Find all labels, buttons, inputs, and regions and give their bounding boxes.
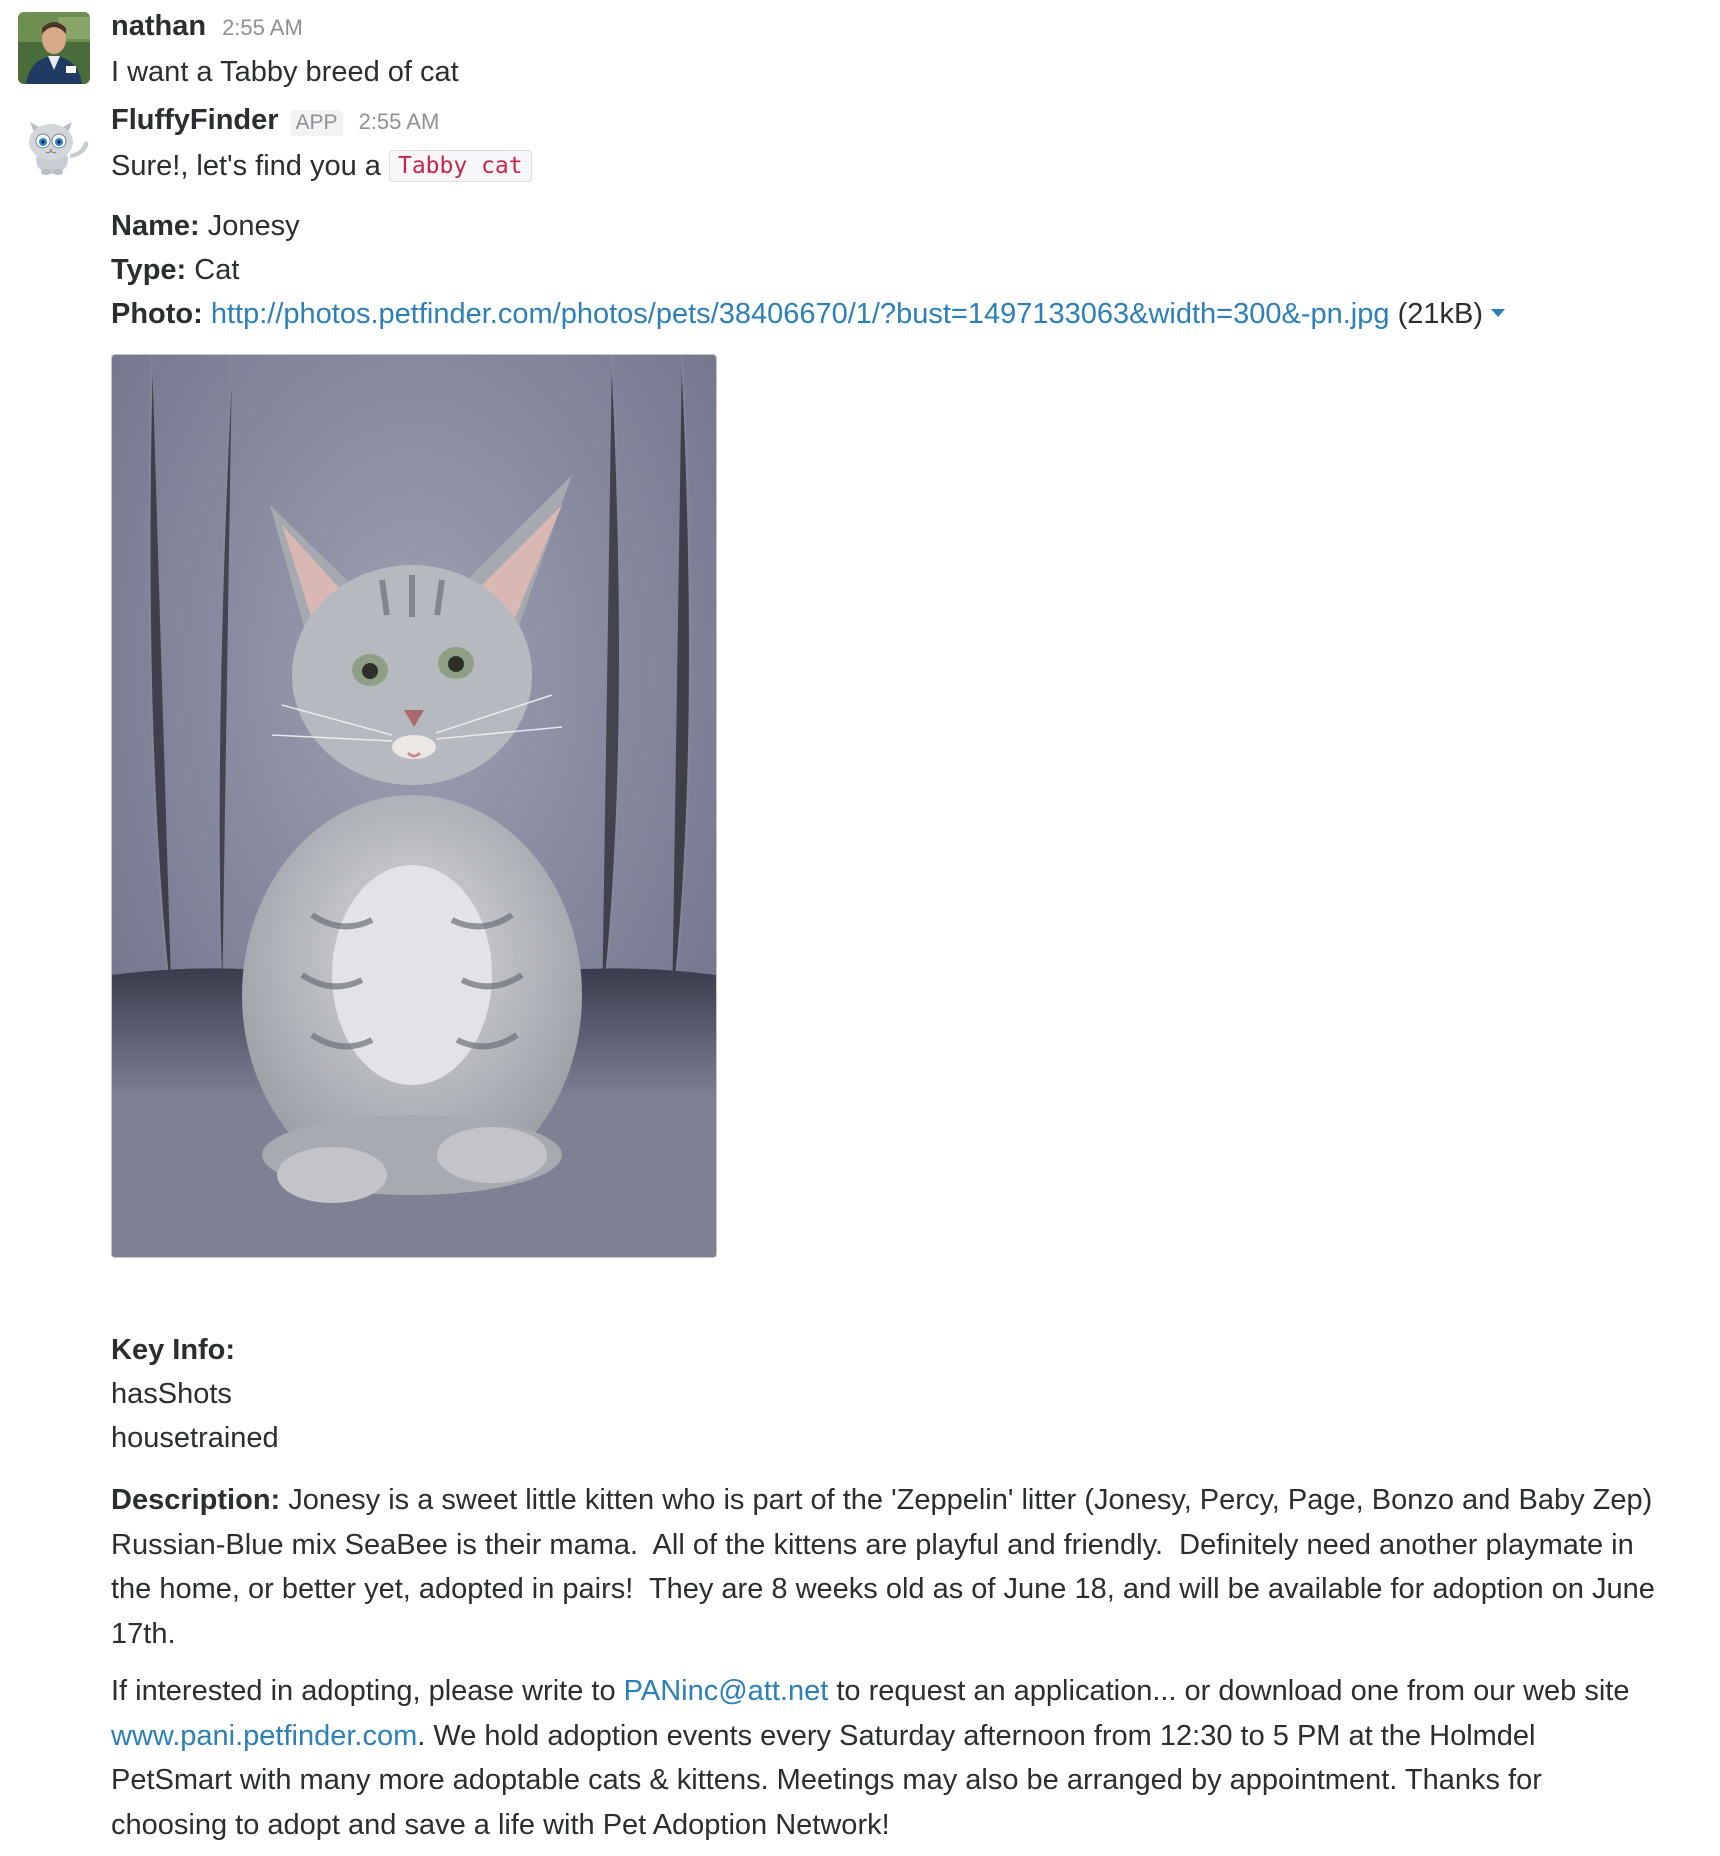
name-value: Jonesy: [207, 210, 300, 242]
adoption-text: . We hold adoption events every Saturday…: [417, 1719, 1536, 1752]
adoption-paragraph: If interested in adopting, please write …: [111, 1669, 1711, 1847]
description-line: Russian-Blue mix SeaBee is their mama. A…: [111, 1528, 1634, 1561]
photo-link[interactable]: http://photos.petfinder.com/photos/pets/…: [211, 298, 1390, 330]
key-info-item: hasShots: [111, 1378, 232, 1410]
sender-name[interactable]: nathan: [111, 10, 206, 43]
intro-line: Sure!, let's find you a Tabby cat: [111, 144, 1708, 190]
type-label: Type:: [111, 254, 187, 286]
type-field: Type: Cat: [111, 248, 1708, 292]
inline-code-breed: Tabby cat: [388, 150, 532, 182]
description-line: 17th.: [111, 1617, 176, 1650]
photo-size: (21kB): [1397, 298, 1483, 330]
message-header: nathan 2:55 AM: [111, 10, 1708, 50]
description-paragraph: Description: Jonesy is a sweet little ki…: [111, 1478, 1711, 1656]
app-badge: APP: [290, 110, 343, 136]
message-text: I want a Tabby breed of cat: [111, 56, 459, 88]
type-value: Cat: [194, 254, 240, 286]
adoption-text: If interested in adopting, please write …: [111, 1675, 616, 1707]
website-link[interactable]: www.pani.petfinder.com: [111, 1720, 417, 1752]
adoption-line: PetSmart with many more adoptable cats &…: [111, 1764, 1542, 1796]
bot-avatar-cat-icon[interactable]: [18, 108, 90, 180]
message-timestamp[interactable]: 2:55 AM: [222, 15, 303, 41]
adoption-text: to request an application... or download…: [836, 1675, 1630, 1707]
expand-caret-icon[interactable]: [1491, 309, 1505, 318]
photo-field: Photo: http://photos.petfinder.com/photo…: [111, 292, 1708, 336]
intro-text: Sure!, let's find you a: [111, 150, 381, 182]
user-avatar-nathan[interactable]: [18, 12, 90, 84]
email-link[interactable]: PANinc@att.net: [624, 1675, 829, 1707]
key-info-label: Key Info:: [111, 1334, 236, 1366]
message-header: FluffyFinder APP 2:55 AM: [111, 104, 1708, 144]
description-line: the home, or better yet, adopted in pair…: [111, 1573, 1655, 1605]
photo-label: Photo:: [111, 298, 203, 330]
adoption-line: choosing to adopt and save a life with P…: [111, 1808, 890, 1841]
name-field: Name: Jonesy: [111, 204, 1708, 248]
description-label: Description:: [111, 1484, 281, 1516]
name-label: Name:: [111, 210, 200, 242]
kitten-photo[interactable]: [111, 354, 717, 1258]
description-text: Jonesy is a sweet little kitten who is p…: [288, 1484, 1653, 1516]
sender-name[interactable]: FluffyFinder: [111, 104, 279, 137]
message-timestamp[interactable]: 2:55 AM: [359, 109, 440, 135]
key-info-item: housetrained: [111, 1422, 279, 1454]
